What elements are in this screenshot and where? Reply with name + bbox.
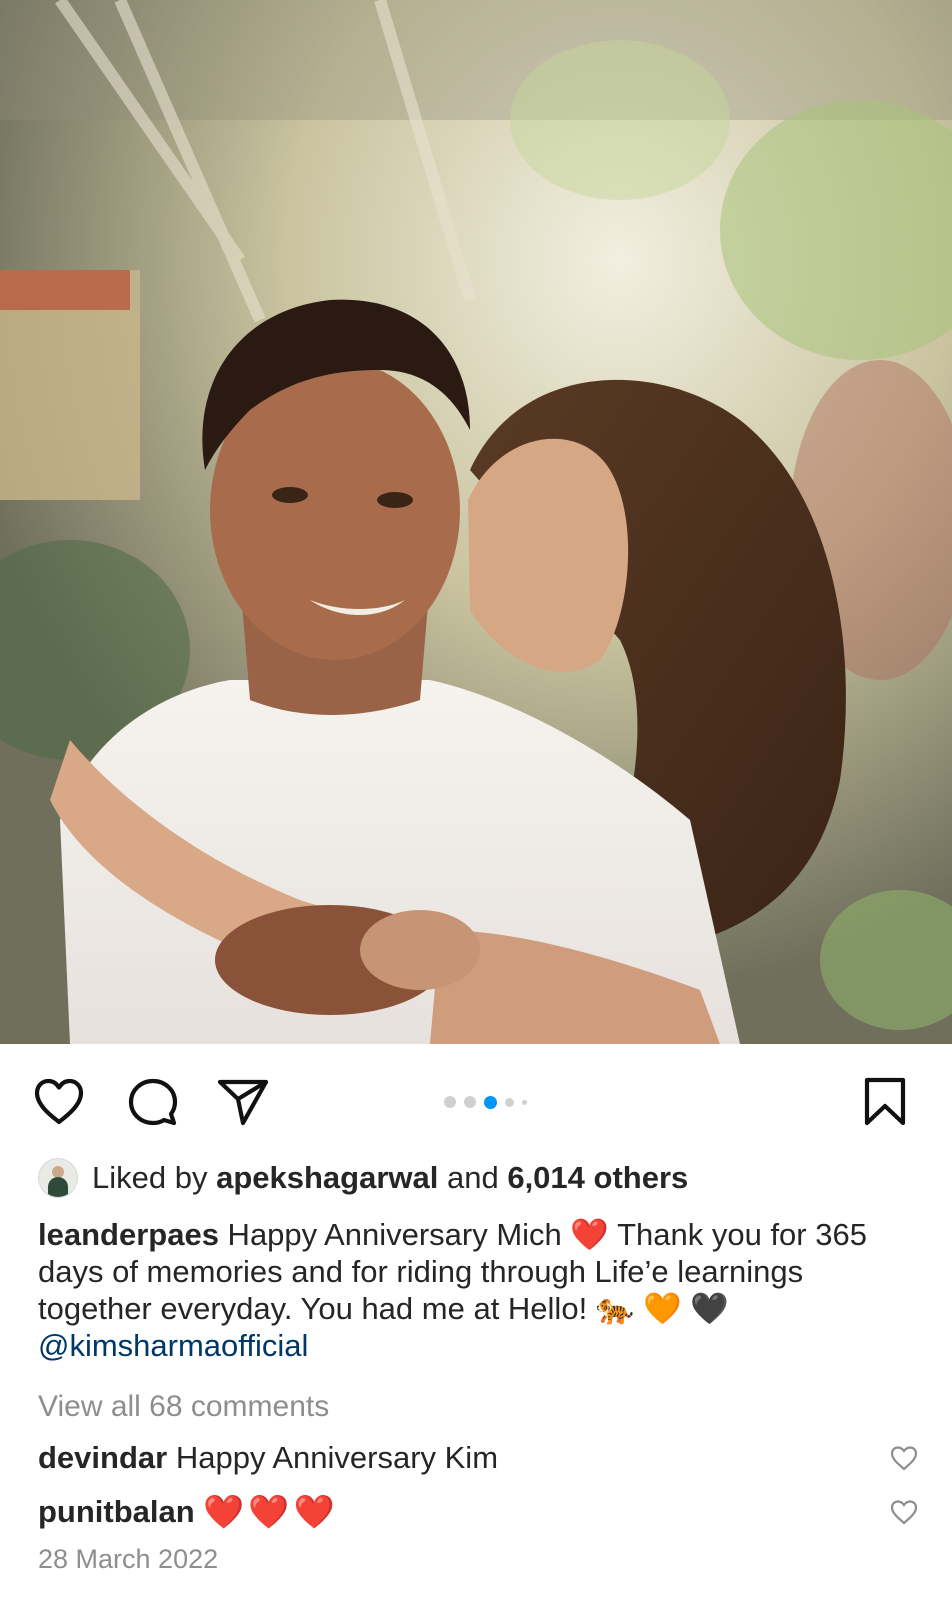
carousel-indicator	[444, 1095, 527, 1109]
comment-username[interactable]: punitbalan	[38, 1494, 195, 1530]
comment-text: ❤️❤️❤️	[203, 1492, 339, 1530]
post-action-bar	[0, 1068, 952, 1132]
bookmark-icon	[864, 1077, 906, 1126]
carousel-dot	[505, 1097, 514, 1107]
comment-text: Happy Anniversary Kim	[167, 1440, 499, 1475]
comment-row: devindar Happy Anniversary Kim	[38, 1436, 918, 1480]
likes-summary: Liked by apekshagarwal and 6,014 others	[38, 1158, 688, 1198]
share-button[interactable]	[215, 1074, 271, 1130]
heart-outline-icon	[34, 1078, 84, 1125]
comment-bubble-icon	[128, 1078, 178, 1126]
carousel-dot	[444, 1096, 456, 1108]
avatar[interactable]	[38, 1158, 78, 1198]
mention-link[interactable]: @kimsharmaofficial	[38, 1328, 308, 1363]
carousel-dot-active	[484, 1095, 497, 1109]
comment-row: punitbalan ❤️❤️❤️	[38, 1490, 918, 1534]
carousel-dot	[522, 1099, 527, 1105]
heart-outline-icon[interactable]	[890, 1446, 918, 1472]
comment-username[interactable]: devindar	[38, 1440, 167, 1476]
caption-username[interactable]: leanderpaes	[38, 1217, 219, 1252]
tiger-emoji: 🐅	[595, 1291, 635, 1326]
caption-text: Happy Anniversary Mich	[218, 1217, 571, 1252]
like-button[interactable]	[31, 1074, 87, 1130]
post-caption: leanderpaes Happy Anniversary Mich ❤️ Th…	[38, 1216, 918, 1364]
red-heart-emoji: ❤️	[570, 1217, 610, 1252]
black-heart-emoji: 🖤	[690, 1291, 729, 1326]
post-date: 28 March 2022	[38, 1544, 219, 1574]
instagram-post: Liked by apekshagarwal and 6,014 others …	[0, 0, 952, 1600]
view-all-comments-link[interactable]: View all 68 comments	[38, 1390, 329, 1424]
likes-prefix: Liked by	[92, 1160, 217, 1195]
likes-count[interactable]: 6,014 others	[507, 1160, 688, 1196]
post-photo-illustration	[0, 0, 952, 1044]
comment-button[interactable]	[125, 1074, 181, 1130]
heart-outline-icon[interactable]	[890, 1500, 918, 1526]
liker-username[interactable]: apekshagarwal	[216, 1160, 438, 1196]
orange-heart-emoji: 🧡	[643, 1291, 682, 1326]
post-photo[interactable]	[0, 0, 952, 1044]
likes-middle: and	[438, 1160, 508, 1195]
save-button[interactable]	[857, 1074, 913, 1130]
paper-plane-icon	[217, 1079, 269, 1126]
carousel-dot	[464, 1096, 476, 1108]
